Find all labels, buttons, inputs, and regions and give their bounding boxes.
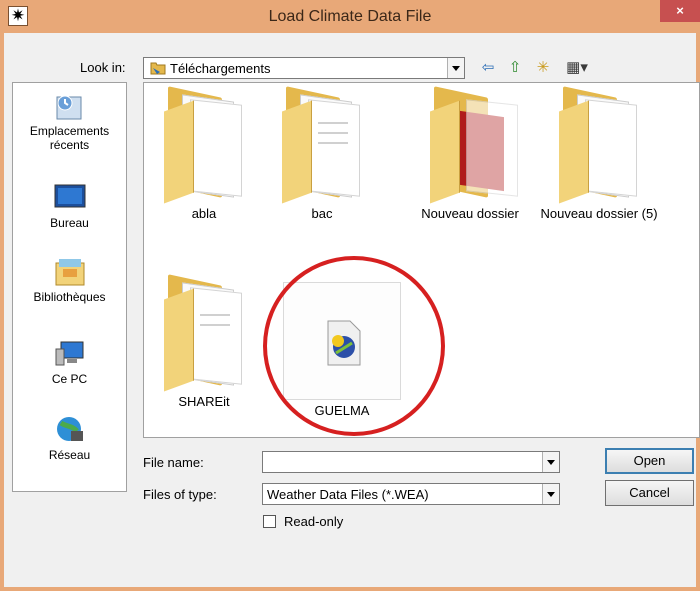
open-button[interactable]: Open: [605, 448, 694, 474]
chevron-down-icon[interactable]: [542, 484, 559, 504]
recent-places-icon: [53, 91, 87, 121]
read-only-checkbox[interactable]: [263, 515, 276, 528]
file-name: Nouveau dossier (5): [540, 206, 658, 221]
chevron-down-icon[interactable]: [447, 58, 464, 78]
folder-icon: [430, 86, 518, 204]
view-menu-icon[interactable]: ▦▾: [560, 58, 594, 78]
file-name: abla: [191, 206, 217, 221]
folder-icon: [559, 86, 639, 204]
place-libraries[interactable]: Bibliothèques: [13, 257, 126, 304]
chevron-down-icon[interactable]: [542, 452, 559, 472]
file-name: SHAREit: [178, 394, 230, 409]
highlight-circle: [263, 256, 445, 436]
folder-item[interactable]: abla: [144, 86, 264, 221]
folder-item[interactable]: Nouveau dossier (5): [539, 86, 659, 221]
look-in-label: Look in:: [80, 60, 126, 75]
file-type-value: Weather Data Files (*.WEA): [267, 487, 429, 502]
read-only-label: Read-only: [284, 514, 344, 529]
file-name-label: File name:: [143, 455, 204, 470]
look-in-dropdown[interactable]: Téléchargements: [143, 57, 465, 79]
cancel-button[interactable]: Cancel: [605, 480, 694, 506]
file-name: bac: [311, 206, 333, 221]
place-label: Bureau: [50, 216, 89, 230]
place-label: Ce PC: [51, 372, 88, 386]
place-label: Réseau: [48, 448, 91, 462]
place-this-pc[interactable]: Ce PC: [13, 339, 126, 386]
file-name: Nouveau dossier: [421, 206, 519, 221]
look-in-value: Téléchargements: [170, 61, 271, 76]
place-label: Bibliothèques: [33, 290, 106, 304]
folder-item[interactable]: SHAREit: [144, 274, 264, 409]
file-name-input[interactable]: [262, 451, 560, 473]
folder-icon-small: [150, 61, 166, 78]
file-type-label: Files of type:: [143, 487, 217, 502]
place-label: Emplacements récents: [29, 124, 110, 152]
folder-icon: [164, 274, 244, 392]
desktop-icon: [53, 183, 87, 213]
folder-item[interactable]: bac: [262, 86, 382, 221]
place-recent[interactable]: Emplacements récents: [13, 91, 126, 152]
folder-icon: [164, 86, 244, 204]
load-climate-data-dialog: ✷ Load Climate Data File × Look in: Télé…: [0, 0, 700, 591]
place-network[interactable]: Réseau: [13, 415, 126, 462]
computer-icon: [53, 339, 87, 369]
back-icon[interactable]: ⇦: [478, 58, 498, 78]
dialog-title: Load Climate Data File: [268, 8, 432, 25]
network-icon: [53, 415, 87, 445]
new-folder-icon[interactable]: ✳: [532, 58, 554, 78]
close-button[interactable]: ×: [660, 0, 700, 22]
title-bar[interactable]: ✷ Load Climate Data File ×: [0, 0, 700, 33]
folder-item[interactable]: Nouveau dossier: [410, 86, 530, 221]
place-desktop[interactable]: Bureau: [13, 183, 126, 230]
folder-icon: [282, 86, 362, 204]
places-bar: Emplacements récents Bureau Bibliothèque…: [12, 82, 127, 492]
file-type-dropdown[interactable]: Weather Data Files (*.WEA): [262, 483, 560, 505]
up-folder-icon[interactable]: ⇧: [504, 58, 526, 78]
libraries-icon: [53, 257, 87, 287]
